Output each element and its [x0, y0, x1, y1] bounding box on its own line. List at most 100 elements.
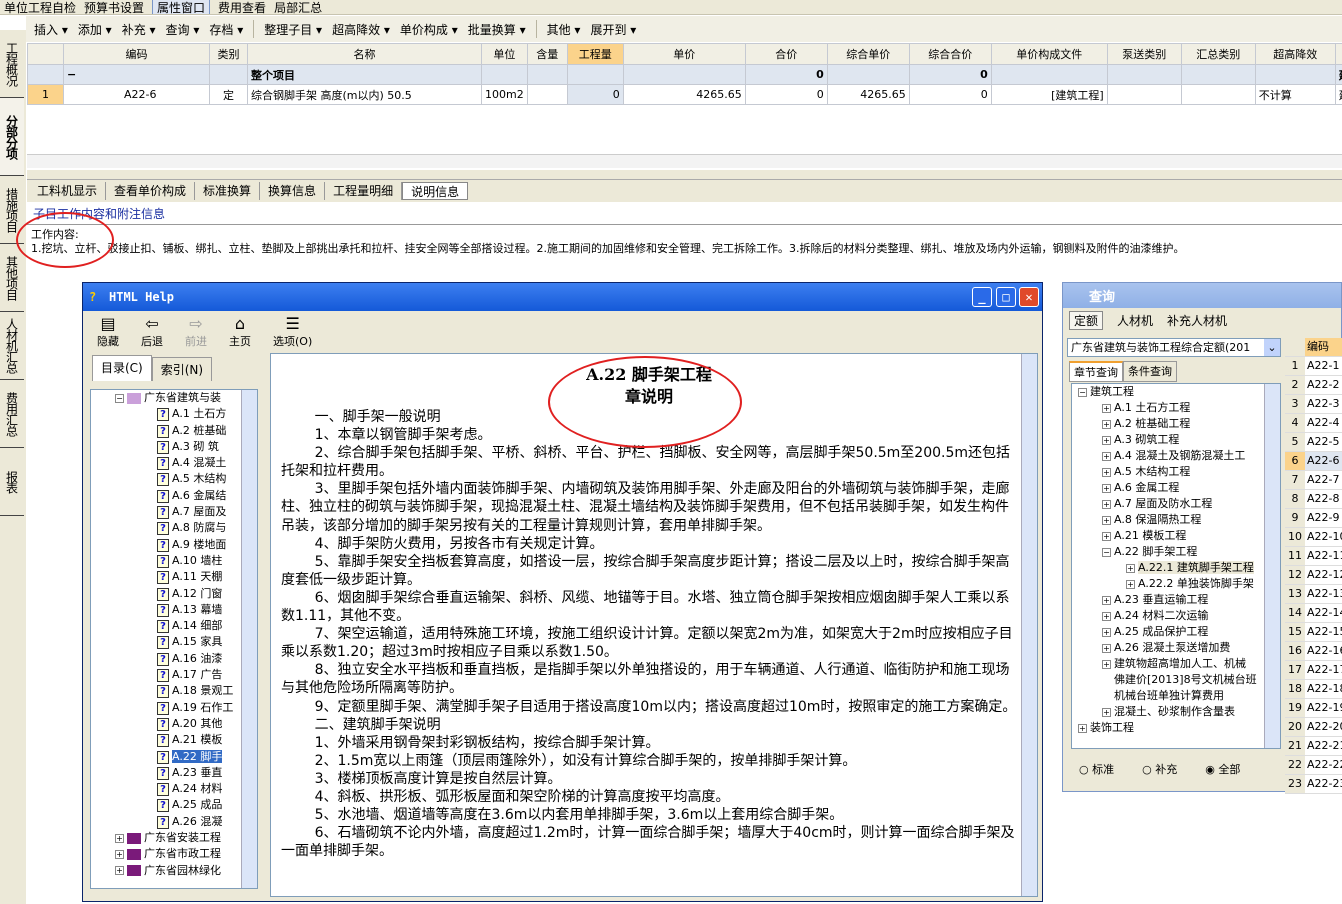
chevron-down-icon[interactable]: ⌄ — [1264, 339, 1280, 356]
help-tool-button[interactable]: ⌂ 主页 — [229, 315, 251, 349]
quota-list-row[interactable]: 7 A22-7 — [1285, 471, 1342, 490]
grid-cell-name[interactable]: 综合钢脚手架 高度(m以内) 50.5 — [247, 84, 482, 105]
quota-list-row[interactable]: 12A22-12 — [1285, 566, 1342, 585]
chapter-tree-item[interactable]: + 装饰工程 — [1072, 720, 1280, 736]
tree-scrollbar[interactable] — [241, 390, 257, 888]
side-tab[interactable]: 报表 — [0, 448, 24, 516]
expand-icon[interactable]: + — [1102, 419, 1111, 429]
tree-item[interactable]: ? A.2 桩基础 — [91, 423, 257, 439]
column-header[interactable]: 编码 — [63, 43, 210, 65]
quota-code[interactable]: A22-10 — [1305, 528, 1342, 546]
quota-code[interactable]: A22-14 — [1305, 604, 1342, 622]
tree-item[interactable]: ? A.17 广告 — [91, 667, 257, 683]
column-header[interactable]: 编码 — [1305, 338, 1342, 356]
grid-cell-sum_type[interactable] — [1180, 84, 1256, 105]
expand-icon[interactable]: + — [1102, 435, 1111, 445]
quota-code[interactable]: A22-20 — [1305, 718, 1342, 736]
expand-icon[interactable]: + — [1126, 579, 1135, 589]
column-header[interactable] — [1334, 43, 1342, 65]
column-header[interactable]: 综合合价 — [908, 43, 992, 65]
quota-list-row[interactable]: 16A22-16 — [1285, 642, 1342, 661]
tree-item[interactable]: ? A.9 楼地面 — [91, 537, 257, 553]
grid-cell-unit[interactable]: 100m2 — [481, 84, 528, 105]
quota-list-row[interactable]: 10A22-10 — [1285, 528, 1342, 547]
quota-code[interactable]: A22-4 — [1305, 414, 1342, 432]
grid-cell-total[interactable]: 0 — [744, 84, 828, 105]
tree-item[interactable]: ? A.25 成品 — [91, 797, 257, 813]
expand-icon[interactable]: + — [1102, 403, 1111, 413]
toolbar-menu-4[interactable]: 存档 ▾ — [209, 21, 243, 38]
tree-book[interactable]: + 广东省安装工程 — [91, 830, 257, 846]
chapter-tree-item[interactable]: + A.22.2 单独装饰脚手架 — [1072, 576, 1280, 592]
expand-icon[interactable]: + — [1102, 467, 1111, 477]
minimize-button[interactable]: _ — [972, 287, 992, 307]
tree-book[interactable]: + 广东省园林绿化 — [91, 863, 257, 879]
quota-code[interactable]: A22-12 — [1305, 566, 1342, 584]
quota-select[interactable]: 广东省建筑与装饰工程综合定额(201 ⌄ — [1067, 338, 1281, 357]
maximize-button[interactable]: □ — [996, 287, 1016, 307]
expand-icon[interactable]: + — [1102, 659, 1111, 669]
grid-cell-code[interactable]: A22-6 — [63, 84, 210, 105]
grid-cell-price[interactable]: 4265.65 — [622, 84, 746, 105]
grid-cell-no[interactable]: 1 — [27, 84, 64, 105]
quota-code[interactable]: A22-5 — [1305, 433, 1342, 451]
quota-list-row[interactable]: 13A22-13 — [1285, 585, 1342, 604]
side-tab[interactable]: 分部分项 — [0, 98, 24, 176]
side-tab[interactable]: 人材机汇总 — [0, 312, 24, 380]
toolbar-menu-1[interactable]: 添加 ▾ — [78, 21, 112, 38]
tree-item[interactable]: ? A.3 砌 筑 — [91, 439, 257, 455]
column-header[interactable]: 超高降效 — [1254, 43, 1336, 65]
quota-code[interactable]: A22-2 — [1305, 376, 1342, 394]
column-header[interactable]: 综合单价 — [826, 43, 910, 65]
quota-code[interactable]: A22-23 — [1305, 775, 1342, 793]
toolbar-menu-0[interactable]: 插入 ▾ — [34, 21, 68, 38]
grid-cell-file[interactable]: [建筑工程] — [990, 84, 1108, 105]
column-header[interactable]: 合价 — [744, 43, 828, 65]
bottom-tab[interactable]: 标准换算 — [195, 182, 261, 200]
quota-list-row[interactable]: 15A22-15 — [1285, 623, 1342, 642]
side-tab[interactable]: 工程概况 — [0, 30, 24, 98]
bottom-tab[interactable]: 换算信息 — [260, 182, 326, 200]
table-row[interactable]: 1 A22-6 定综合钢脚手架 高度(m以内) 50.5 100m2 0 4265.65 0… — [27, 84, 1342, 105]
quota-list-row[interactable]: 8 A22-8 — [1285, 490, 1342, 509]
quota-code[interactable]: A22-15 — [1305, 623, 1342, 641]
query-subtab[interactable]: 章节查询 — [1069, 361, 1123, 382]
bottom-tab[interactable]: 查看单价构成 — [106, 182, 196, 200]
radio-1[interactable]: ○ 补充 — [1142, 761, 1177, 777]
help-tool-button[interactable]: ⇨ 前进 — [185, 315, 207, 349]
column-header[interactable]: 泵送类别 — [1106, 43, 1182, 65]
tree-root[interactable]: − 广东省建筑与装 — [91, 390, 257, 406]
quota-code[interactable]: A22-9 — [1305, 509, 1342, 527]
expand-icon[interactable]: + — [1102, 499, 1111, 509]
tree-item[interactable]: ? A.24 材料 — [91, 781, 257, 797]
column-header[interactable]: 汇总类别 — [1180, 43, 1256, 65]
horizontal-scrollbar[interactable] — [27, 154, 1342, 168]
quota-list-row[interactable]: 22A22-22 — [1285, 756, 1342, 775]
toolbar-menu-10[interactable]: 展开到 ▾ — [590, 21, 636, 38]
chapter-tree-item[interactable]: + A.26 混凝土泵送增加费 — [1072, 640, 1280, 656]
toolbar-menu-9[interactable]: 其他 ▾ — [547, 21, 581, 38]
column-header[interactable]: 单位 — [481, 43, 528, 65]
quota-code[interactable]: A22-21 — [1305, 737, 1342, 755]
column-header[interactable]: 工程量 — [566, 43, 624, 65]
tree-item[interactable]: ? A.18 景观工 — [91, 683, 257, 699]
grid-cell-content[interactable] — [526, 84, 568, 105]
quota-code[interactable]: A22-16 — [1305, 642, 1342, 660]
toolbar-menu-2[interactable]: 补充 ▾ — [122, 21, 156, 38]
expand-icon[interactable]: + — [1102, 483, 1111, 493]
chapter-tree-item[interactable]: + A.21 模板工程 — [1072, 528, 1280, 544]
chapter-tree-item[interactable]: + A.6 金属工程 — [1072, 480, 1280, 496]
query-tab[interactable]: 人材机 — [1117, 312, 1153, 329]
column-header[interactable]: 名称 — [247, 43, 482, 65]
quota-code[interactable]: A22-18 — [1305, 680, 1342, 698]
quota-list-row[interactable]: 19A22-19 — [1285, 699, 1342, 718]
expand-icon[interactable]: + — [1102, 515, 1111, 525]
radio-0[interactable]: ○ 标准 — [1079, 761, 1114, 777]
quota-code[interactable]: A22-6 — [1305, 452, 1342, 470]
tree-item[interactable]: ? A.7 屋面及 — [91, 504, 257, 520]
side-tab[interactable]: 费用汇总 — [0, 380, 24, 448]
help-tool-button[interactable]: ▤ 隐藏 — [97, 315, 119, 349]
expand-icon[interactable]: + — [1102, 611, 1111, 621]
tree-item[interactable]: ? A.15 家具 — [91, 634, 257, 650]
chapter-tree-item[interactable]: 机械台班单独计算费用 — [1072, 688, 1280, 704]
